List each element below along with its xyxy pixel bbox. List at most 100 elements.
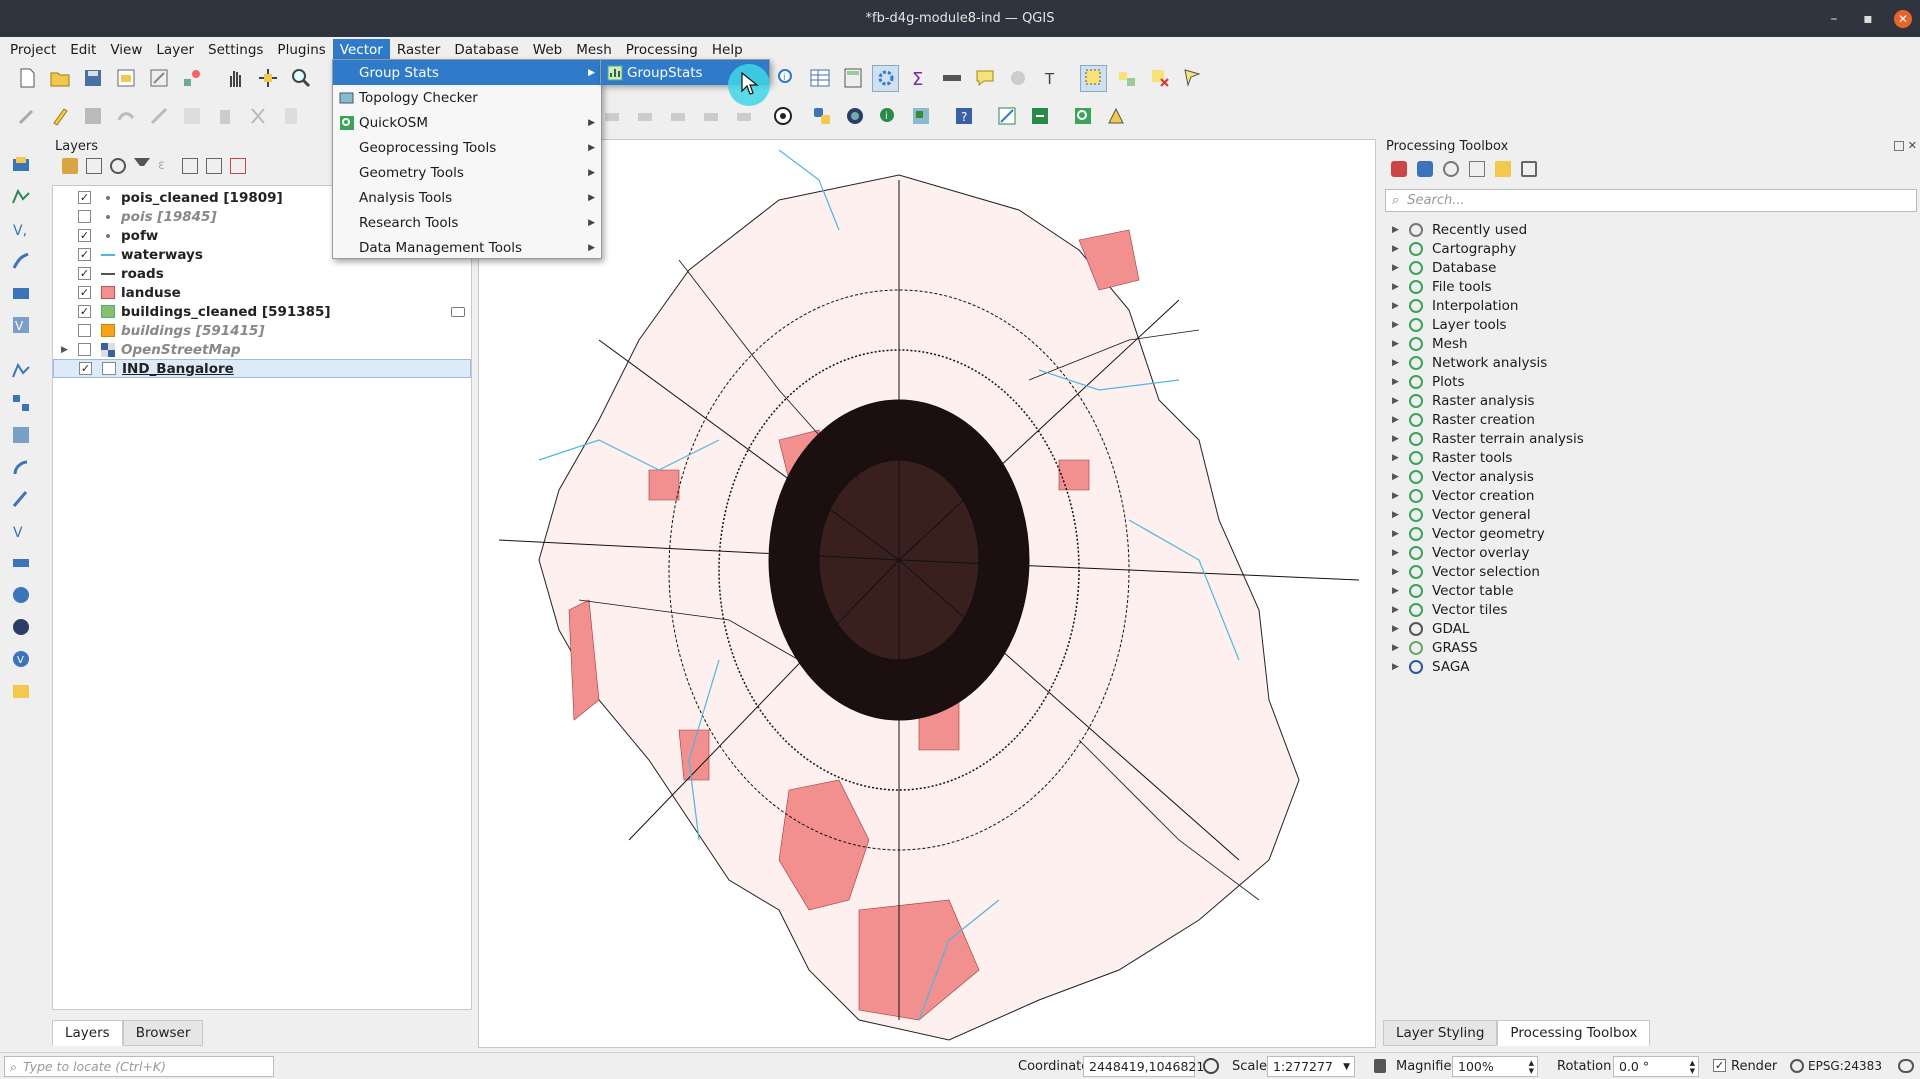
new-temporary-layer-icon[interactable] — [6, 454, 36, 480]
select-location-icon[interactable] — [1179, 65, 1206, 92]
expand-arrow-icon[interactable]: ▶ — [1392, 605, 1402, 615]
processing-group-item[interactable]: ▶ Vector tiles — [1383, 600, 1507, 619]
add-xyz-icon[interactable] — [6, 582, 36, 608]
expand-arrow-icon[interactable]: ▶ — [1392, 282, 1402, 292]
render-checkbox[interactable]: ✓ — [1713, 1059, 1726, 1072]
simplify-feature-icon[interactable] — [631, 103, 658, 130]
map-canvas[interactable] — [478, 139, 1376, 1048]
processing-group-item[interactable]: ▶ Raster terrain analysis — [1383, 429, 1584, 448]
quickosm-icon[interactable] — [1069, 103, 1096, 130]
delete-part-icon[interactable] — [730, 103, 757, 130]
menu-item-topology-checker[interactable]: Topology Checker — [333, 85, 601, 110]
add-spatialite-icon[interactable] — [6, 248, 36, 274]
menu-project[interactable]: Project — [3, 39, 63, 61]
processing-group-item[interactable]: ▶ Network analysis — [1383, 353, 1547, 372]
rotate-feature-icon[interactable] — [598, 103, 625, 130]
add-ring-icon[interactable] — [664, 103, 691, 130]
menu-web[interactable]: Web — [526, 39, 569, 61]
data-source-manager-icon[interactable] — [6, 152, 36, 178]
layer-filter-indicator-icon[interactable] — [451, 306, 465, 317]
coordinate-field[interactable]: 2448419,1046821 — [1083, 1056, 1204, 1077]
new-geopackage-icon[interactable] — [6, 390, 36, 416]
measure-icon[interactable] — [938, 65, 965, 92]
select-by-value-icon[interactable] — [1113, 65, 1140, 92]
menu-item-quickosm[interactable]: QuickOSM ▶ — [333, 110, 601, 135]
remove-layer-icon[interactable] — [230, 158, 246, 174]
tab-browser[interactable]: Browser — [122, 1020, 204, 1046]
python-console-icon[interactable] — [808, 103, 835, 130]
expand-arrow-icon[interactable]: ▶ — [1392, 320, 1402, 330]
processing-model-icon[interactable] — [993, 103, 1020, 130]
processing-group-item[interactable]: ▶ Vector analysis — [1383, 467, 1534, 486]
expand-arrow-icon[interactable]: ▶ — [1392, 662, 1402, 672]
menu-help[interactable]: Help — [705, 39, 750, 61]
collapse-all-icon[interactable] — [206, 158, 222, 174]
new-spatialite-layer-icon[interactable] — [6, 422, 36, 448]
processing-group-item[interactable]: ▶ Vector geometry — [1383, 524, 1545, 543]
expand-arrow-icon[interactable]: ▶ — [61, 345, 68, 355]
processing-group-item[interactable]: ▶ Raster tools — [1383, 448, 1512, 467]
add-point-cloud-icon[interactable] — [6, 678, 36, 704]
rotation-spinbox[interactable]: 0.0 ° ▲ ▼ — [1613, 1056, 1699, 1077]
pan-to-selection-icon[interactable] — [254, 65, 281, 92]
processing-group-item[interactable]: ▶ Vector table — [1383, 581, 1514, 600]
expand-arrow-icon[interactable]: ▶ — [1392, 624, 1402, 634]
menu-item-geometry-tools[interactable]: Geometry Tools ▶ — [333, 160, 601, 185]
modify-attributes-icon[interactable] — [178, 103, 205, 130]
tab-processing-toolbox[interactable]: Processing Toolbox — [1497, 1020, 1651, 1046]
layer-row-buildings[interactable]: buildings [591415] — [53, 321, 471, 340]
expand-arrow-icon[interactable]: ▶ — [1392, 396, 1402, 406]
processing-group-item[interactable]: ▶ Vector general — [1383, 505, 1531, 524]
expand-arrow-icon[interactable]: ▶ — [1392, 415, 1402, 425]
locator-search-input[interactable]: ⌕ Type to locate (Ctrl+K) — [4, 1056, 274, 1077]
menu-vector[interactable]: Vector — [332, 38, 390, 61]
menu-processing[interactable]: Processing — [619, 39, 705, 61]
layer-row-landuse[interactable]: ✓ landuse — [53, 283, 471, 302]
expand-arrow-icon[interactable]: ▶ — [1392, 453, 1402, 463]
menu-raster[interactable]: Raster — [390, 39, 448, 61]
pan-icon[interactable] — [221, 65, 248, 92]
add-delimited-text-icon[interactable]: V, — [6, 216, 36, 242]
scale-combobox[interactable]: 1:277277 ▼ — [1267, 1056, 1355, 1077]
menu-item-data-management-tools[interactable]: Data Management Tools ▶ — [333, 235, 601, 260]
expand-arrow-icon[interactable]: ▶ — [1392, 510, 1402, 520]
layer-checkbox[interactable]: ✓ — [78, 229, 91, 242]
menu-plugins[interactable]: Plugins — [270, 39, 332, 61]
add-group-icon[interactable] — [86, 158, 102, 174]
text-annotation-icon[interactable]: T — [1037, 65, 1064, 92]
open-layer-styling-icon[interactable] — [62, 158, 78, 174]
processing-group-item[interactable]: ▶ Recently used — [1383, 220, 1527, 239]
layer-checkbox[interactable]: ✓ — [78, 286, 91, 299]
layer-checkbox[interactable]: ✓ — [79, 362, 92, 375]
georeferencer-icon[interactable] — [907, 103, 934, 130]
layer-checkbox[interactable]: ✓ — [78, 267, 91, 280]
menu-database[interactable]: Database — [447, 39, 525, 61]
models-icon[interactable] — [1391, 161, 1407, 177]
layout-manager-icon[interactable] — [145, 65, 172, 92]
expand-arrow-icon[interactable]: ▶ — [1392, 301, 1402, 311]
deselect-icon[interactable] — [1146, 65, 1173, 92]
layer-checkbox[interactable]: ✓ — [78, 305, 91, 318]
open-project-icon[interactable] — [46, 65, 73, 92]
add-arcgis-icon[interactable] — [6, 614, 36, 640]
statistical-summary-icon[interactable]: Σ — [905, 65, 932, 92]
close-icon[interactable]: ✕ — [1888, 0, 1918, 37]
expand-arrow-icon[interactable]: ▶ — [1392, 643, 1402, 653]
tab-layer-styling[interactable]: Layer Styling — [1383, 1020, 1498, 1046]
processing-group-item[interactable]: ▶ Database — [1383, 258, 1496, 277]
show-bookmarks-icon[interactable] — [1004, 65, 1031, 92]
add-feature-icon[interactable] — [112, 103, 139, 130]
expand-arrow-icon[interactable]: ▶ — [1392, 225, 1402, 235]
save-edits-icon[interactable] — [79, 103, 106, 130]
expand-arrow-icon[interactable]: ▶ — [1392, 358, 1402, 368]
menu-layer[interactable]: Layer — [149, 39, 201, 61]
crs-globe-icon[interactable] — [1790, 1059, 1804, 1073]
menu-item-geoprocessing-tools[interactable]: Geoprocessing Tools ▶ — [333, 135, 601, 160]
copy-features-icon[interactable] — [277, 103, 304, 130]
new-shapefile-icon[interactable] — [6, 358, 36, 384]
filter-by-expression-icon[interactable]: ε — [158, 158, 174, 174]
processing-group-item[interactable]: ▶ Layer tools — [1383, 315, 1507, 334]
expand-arrow-icon[interactable]: ▶ — [1392, 244, 1402, 254]
topology-checker-icon[interactable] — [1102, 103, 1129, 130]
expand-arrow-icon[interactable]: ▶ — [1392, 472, 1402, 482]
